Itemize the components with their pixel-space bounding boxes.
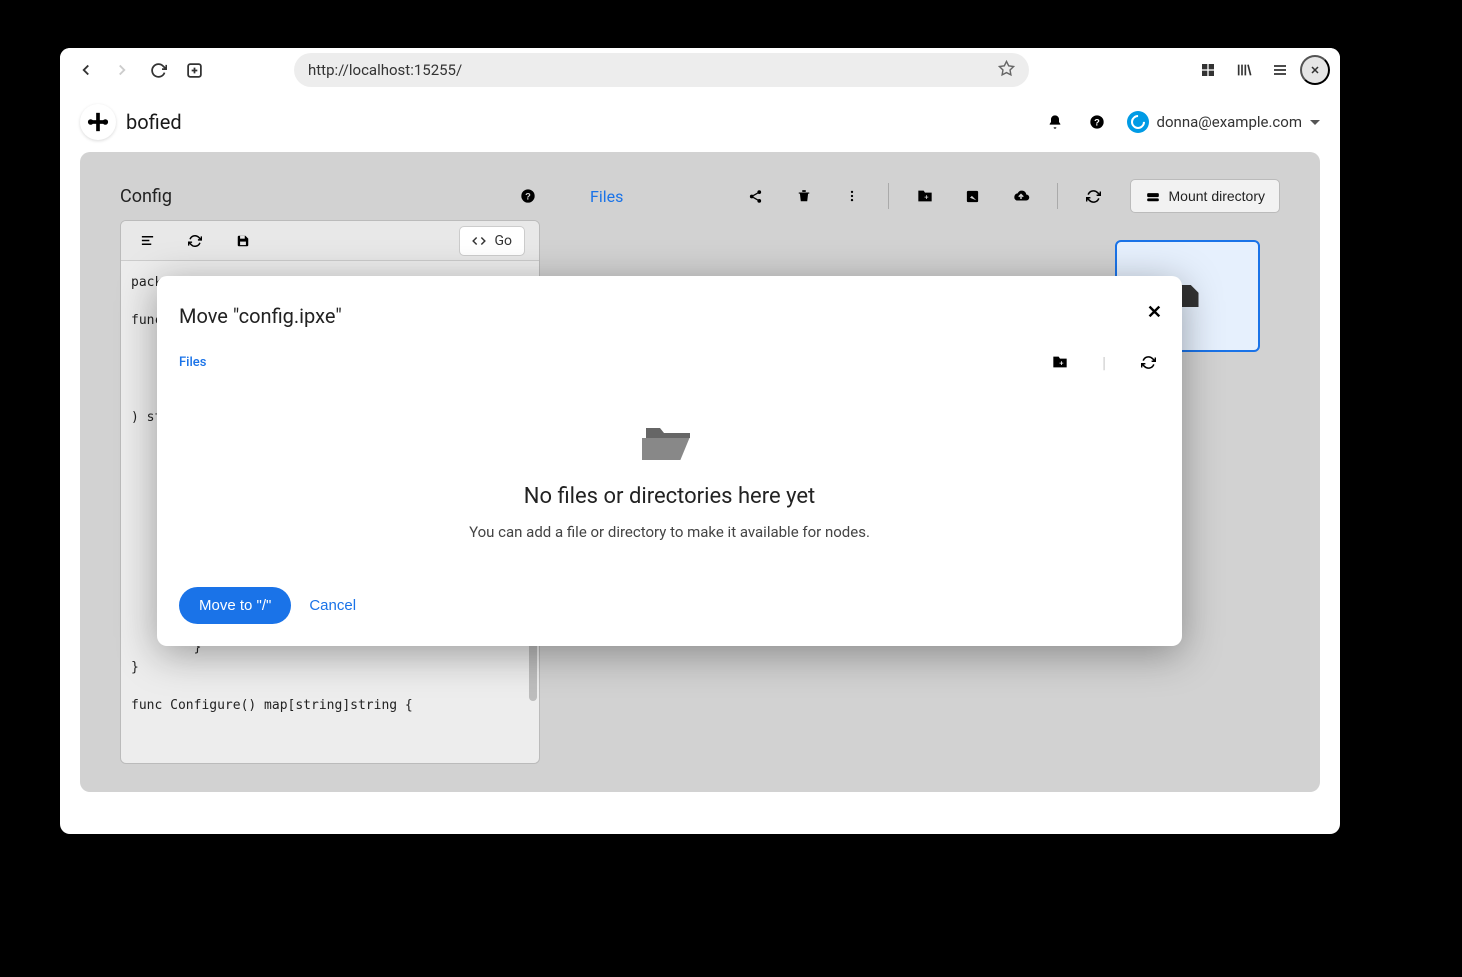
editor-refresh-icon[interactable]	[183, 229, 207, 253]
modal-new-folder-icon[interactable]: +	[1048, 350, 1072, 374]
url-bar[interactable]: http://localhost:15255/	[294, 53, 1029, 87]
new-folder-icon[interactable]: +	[913, 184, 937, 208]
browser-toolbar: http://localhost:15255/	[60, 48, 1340, 92]
upload-cloud-icon[interactable]	[1009, 184, 1033, 208]
browser-window: http://localhost:15255/	[60, 48, 1340, 834]
files-refresh-icon[interactable]	[1082, 184, 1106, 208]
empty-subtitle: You can add a file or directory to make …	[179, 523, 1160, 541]
app-name: bofied	[126, 110, 182, 134]
files-breadcrumb[interactable]: Files	[590, 187, 623, 206]
help-icon[interactable]: ?	[1085, 110, 1109, 134]
format-icon[interactable]	[135, 229, 159, 253]
svg-text:+: +	[924, 192, 928, 201]
user-email: donna@example.com	[1157, 113, 1302, 131]
more-kebab-icon[interactable]	[840, 184, 864, 208]
empty-title: No files or directories here yet	[179, 484, 1160, 509]
modal-close-button[interactable]: ✕	[1147, 302, 1162, 323]
config-help-icon[interactable]: ?	[516, 184, 540, 208]
user-avatar-icon	[1127, 111, 1149, 133]
chevron-down-icon	[1310, 120, 1320, 125]
nav-forward-button[interactable]	[106, 54, 138, 86]
divider	[1057, 183, 1058, 209]
url-text: http://localhost:15255/	[308, 61, 462, 79]
modal-refresh-icon[interactable]	[1136, 350, 1160, 374]
delete-trash-icon[interactable]	[792, 184, 816, 208]
mount-label: Mount directory	[1169, 188, 1265, 204]
run-button[interactable]: Go	[459, 226, 525, 256]
config-title: Config	[120, 186, 172, 207]
nav-newtab-button[interactable]	[178, 54, 210, 86]
nav-reload-button[interactable]	[142, 54, 174, 86]
app-logo	[80, 104, 116, 140]
mount-directory-button[interactable]: Mount directory	[1130, 179, 1280, 213]
apps-grid-icon[interactable]	[1192, 54, 1224, 86]
edit-note-icon[interactable]	[961, 184, 985, 208]
user-menu[interactable]: donna@example.com	[1127, 111, 1320, 133]
move-confirm-button[interactable]: Move to "/"	[179, 587, 291, 624]
modal-title: Move "config.ipxe"	[179, 304, 1160, 328]
app-logo-icon	[87, 111, 109, 133]
library-icon[interactable]	[1228, 54, 1260, 86]
nav-back-button[interactable]	[70, 54, 102, 86]
modal-breadcrumb[interactable]: Files	[179, 355, 206, 370]
divider	[888, 183, 889, 209]
svg-text:+: +	[1059, 358, 1063, 367]
files-toolbar: +	[744, 179, 1280, 213]
folder-open-icon	[642, 420, 698, 460]
notifications-bell-icon[interactable]	[1043, 110, 1067, 134]
hamburger-menu-icon[interactable]	[1264, 54, 1296, 86]
run-label: Go	[494, 233, 512, 249]
bookmark-star-icon[interactable]	[998, 60, 1015, 81]
share-icon[interactable]	[744, 184, 768, 208]
svg-text:?: ?	[525, 191, 531, 201]
svg-text:?: ?	[1094, 117, 1100, 127]
cancel-button[interactable]: Cancel	[309, 597, 356, 614]
close-browser-button[interactable]	[1300, 55, 1330, 85]
app-header: bofied ? donna@example.com	[60, 92, 1340, 152]
move-modal: Move "config.ipxe" ✕ Files + | No files …	[157, 276, 1182, 646]
modal-divider: |	[1102, 353, 1106, 372]
save-icon[interactable]	[231, 229, 255, 253]
modal-empty-state: No files or directories here yet You can…	[179, 394, 1160, 587]
editor-toolbar: Go	[121, 221, 539, 261]
